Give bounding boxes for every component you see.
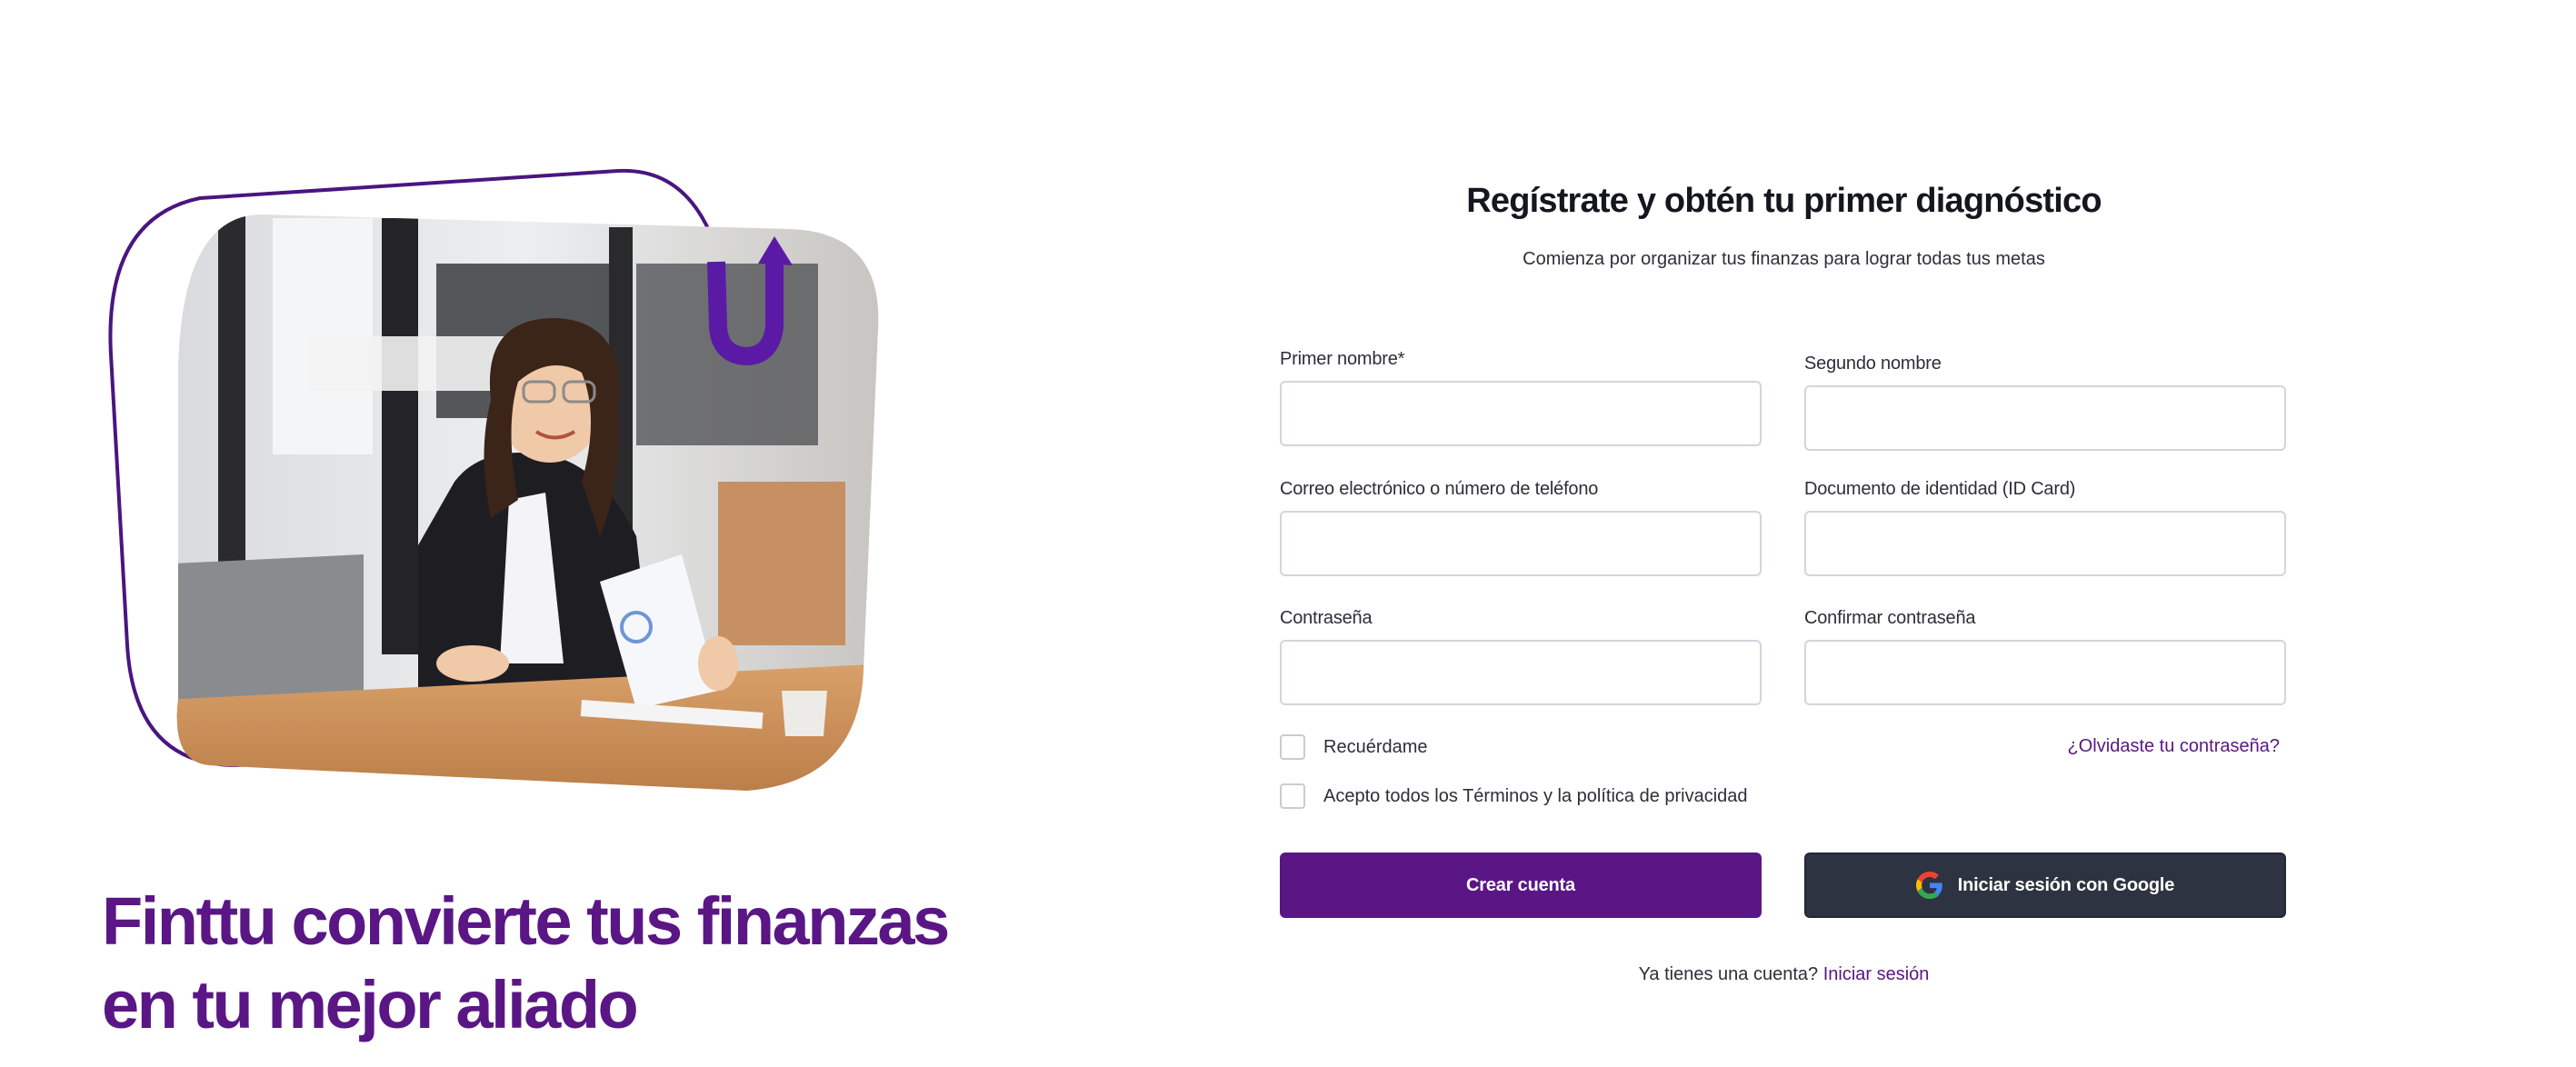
password-input[interactable]: [1280, 640, 1762, 705]
forgot-password-link[interactable]: ¿Olvidaste tu contraseña?: [2068, 736, 2280, 757]
login-prompt: Ya tienes una cuenta? Iniciar sesión: [1218, 964, 2350, 985]
email-phone-label: Correo electrónico o número de teléfono: [1280, 479, 1599, 499]
id-document-input[interactable]: [1804, 511, 2286, 576]
second-name-field-group: Segundo nombre: [1804, 354, 2286, 451]
remember-me-checkbox[interactable]: [1280, 734, 1305, 760]
confirm-password-field-group: Confirmar contraseña: [1804, 608, 2286, 705]
create-account-button[interactable]: Crear cuenta: [1280, 853, 1762, 918]
google-signin-label: Iniciar sesión con Google: [1957, 874, 2175, 895]
accept-terms-row: Acepto todos los Términos y la política …: [1280, 783, 1748, 809]
have-account-text: Ya tienes una cuenta?: [1638, 964, 1819, 984]
accept-terms-checkbox[interactable]: [1280, 783, 1305, 809]
google-g-icon: [1915, 872, 1942, 899]
hero-headline-line2: en tu mejor aliado: [102, 967, 639, 1042]
first-name-label: Primer nombre*: [1280, 349, 1405, 369]
signup-page: Finttu convierte tus finanzas en tu mejo…: [0, 0, 2576, 1067]
id-document-field-group: Documento de identidad (ID Card): [1804, 479, 2286, 576]
second-name-label: Segundo nombre: [1804, 354, 1942, 374]
google-signin-button[interactable]: Iniciar sesión con Google: [1804, 853, 2286, 918]
hero-headline: Finttu convierte tus finanzas en tu mejo…: [102, 880, 1011, 1047]
second-name-input[interactable]: [1804, 385, 2286, 451]
email-phone-field-group: Correo electrónico o número de teléfono: [1280, 479, 1762, 576]
id-document-label: Documento de identidad (ID Card): [1804, 479, 2076, 499]
first-name-field-group: Primer nombre*: [1280, 349, 1762, 446]
remember-me-row: Recuérdame: [1280, 734, 1428, 760]
password-field-group: Contraseña: [1280, 608, 1762, 705]
hero-headline-line1: Finttu convierte tus finanzas: [102, 883, 950, 959]
hero-illustration: [91, 155, 891, 809]
accept-terms-label: Acepto todos los Términos y la política …: [1323, 785, 1748, 806]
password-label: Contraseña: [1280, 608, 1373, 628]
login-link[interactable]: Iniciar sesión: [1823, 964, 1930, 984]
confirm-password-input[interactable]: [1804, 640, 2286, 705]
form-title: Regístrate y obtén tu primer diagnóstico: [1466, 182, 2102, 220]
confirm-password-label: Confirmar contraseña: [1804, 608, 1976, 628]
email-phone-input[interactable]: [1280, 511, 1762, 576]
form-subtitle: Comienza por organizar tus finanzas para…: [1523, 249, 2045, 269]
first-name-input[interactable]: [1280, 381, 1762, 446]
remember-me-label: Recuérdame: [1323, 736, 1428, 757]
